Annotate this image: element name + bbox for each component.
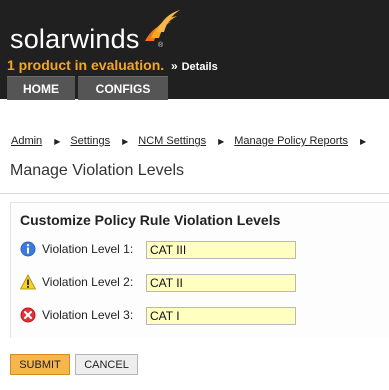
flame-logo-icon xyxy=(145,10,180,41)
evaluation-banner: 1 product in evaluation. » Details xyxy=(7,57,218,73)
tab-home[interactable]: HOME xyxy=(7,76,75,100)
breadcrumb-ncm-settings[interactable]: NCM Settings xyxy=(138,135,206,147)
breadcrumb-arrow-icon: ▶ xyxy=(218,136,225,146)
violation-level-2-row: Violation Level 2: xyxy=(20,271,133,293)
violation-level-3-label: Violation Level 3: xyxy=(42,308,134,322)
evaluation-text: 1 product in evaluation. xyxy=(7,57,165,73)
breadcrumb-arrow-icon: ▶ xyxy=(54,136,61,146)
violation-level-3-input[interactable] xyxy=(146,307,296,325)
info-icon xyxy=(20,241,36,257)
warning-icon xyxy=(20,274,36,290)
violation-level-2-label: Violation Level 2: xyxy=(42,275,134,289)
app-header: solarwinds ® 1 product in evaluation. » … xyxy=(0,0,389,100)
tab-configs[interactable]: CONFIGS xyxy=(78,76,168,100)
violation-level-3-row: Violation Level 3: xyxy=(20,304,133,326)
solarwinds-logo[interactable]: solarwinds xyxy=(10,24,140,55)
violation-level-1-label: Violation Level 1: xyxy=(42,242,134,256)
page-title: Manage Violation Levels xyxy=(10,162,185,179)
details-chevron-icon: » xyxy=(171,59,178,73)
details-link[interactable]: Details xyxy=(182,61,218,73)
cancel-button[interactable]: CANCEL xyxy=(75,354,138,375)
registered-mark: ® xyxy=(158,42,164,49)
breadcrumb-arrow-icon: ▶ xyxy=(360,136,367,146)
breadcrumb-manage-policy-reports[interactable]: Manage Policy Reports xyxy=(234,135,348,147)
breadcrumb: Admin ▶ Settings ▶ NCM Settings ▶ Manage… xyxy=(11,135,376,147)
breadcrumb-arrow-icon: ▶ xyxy=(122,136,129,146)
breadcrumb-settings[interactable]: Settings xyxy=(70,135,110,147)
submit-button[interactable]: SUBMIT xyxy=(10,354,70,375)
violation-level-2-input[interactable] xyxy=(146,274,296,292)
divider xyxy=(0,193,389,194)
violation-level-1-row: Violation Level 1: xyxy=(20,238,133,260)
panel-title: Customize Policy Rule Violation Levels xyxy=(20,212,281,228)
violation-level-1-input[interactable] xyxy=(146,241,296,259)
error-icon xyxy=(20,307,36,323)
breadcrumb-admin[interactable]: Admin xyxy=(11,135,42,147)
